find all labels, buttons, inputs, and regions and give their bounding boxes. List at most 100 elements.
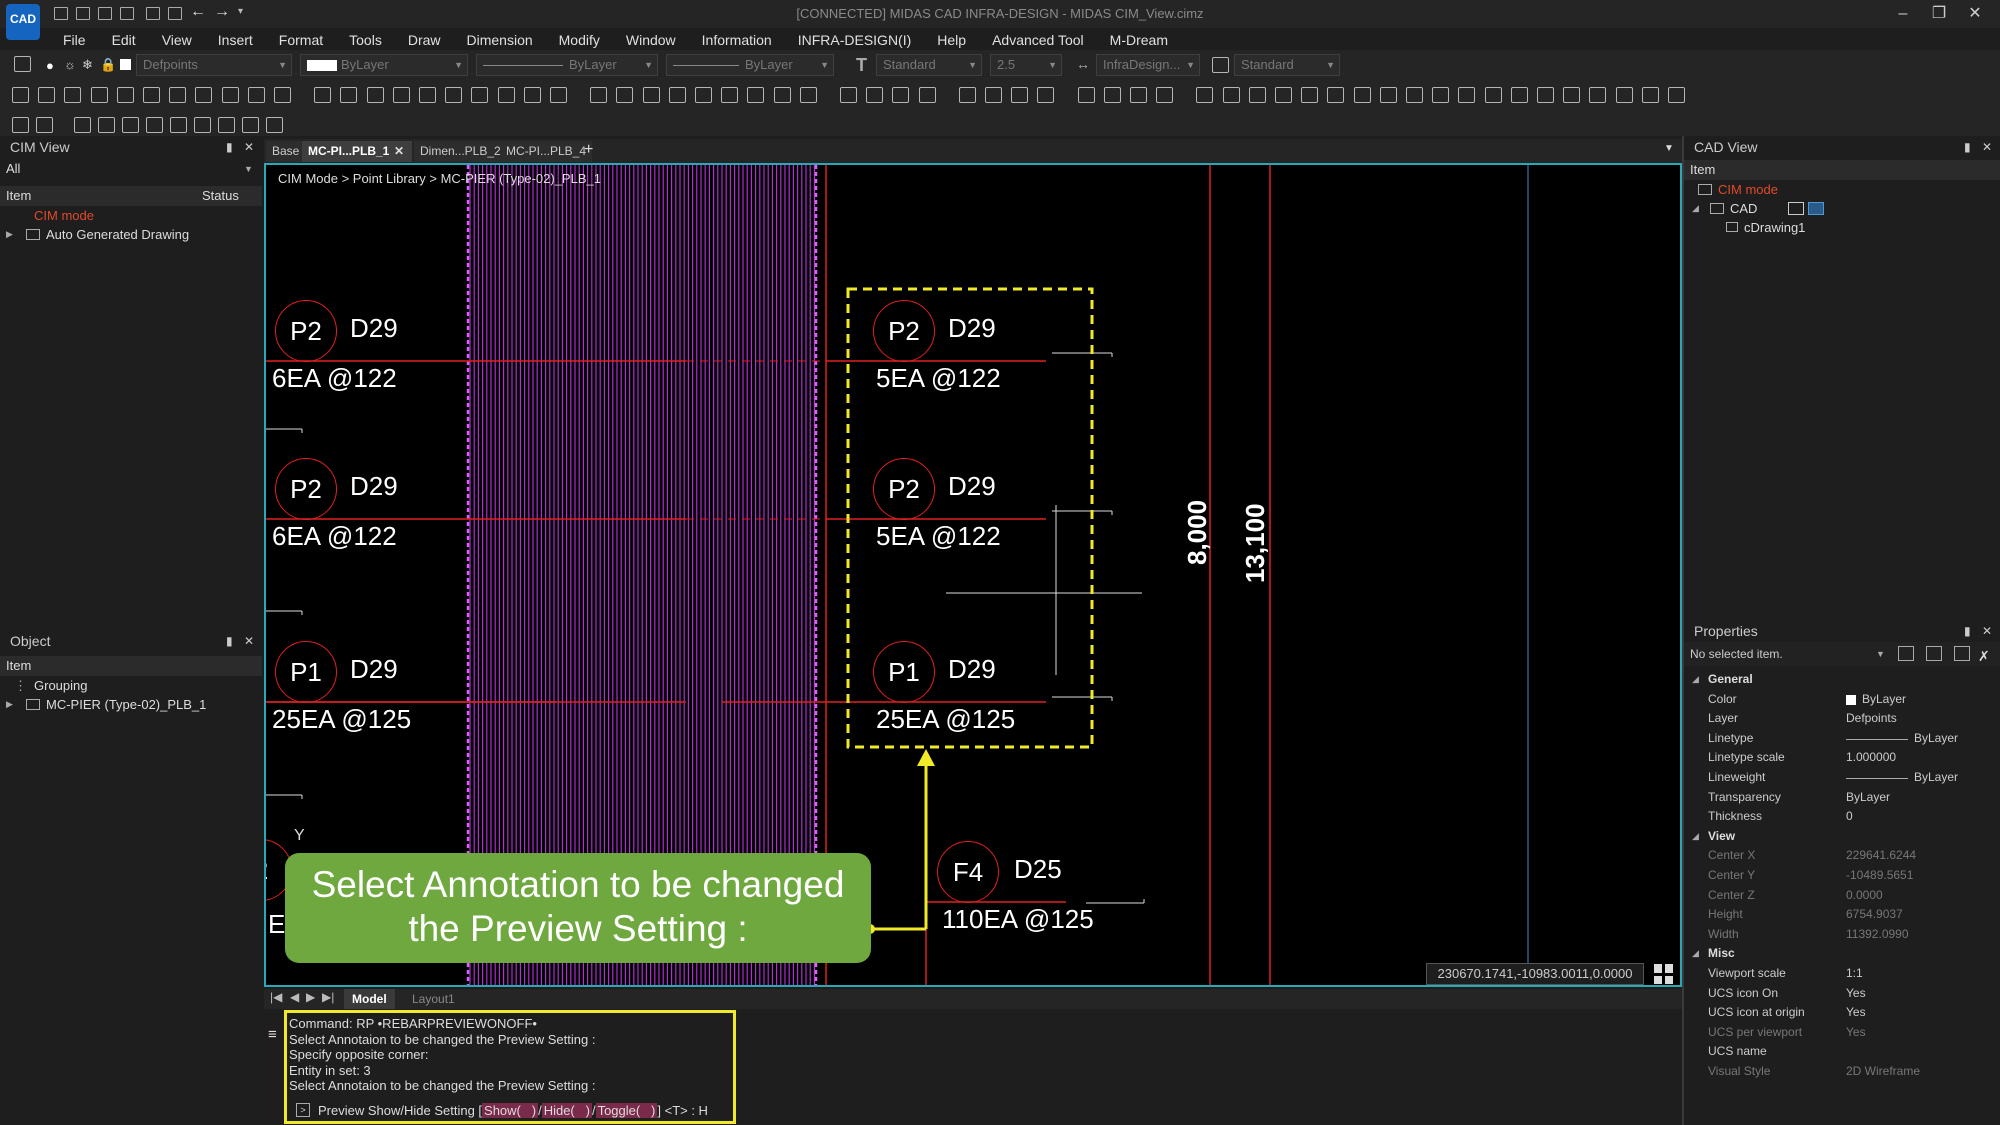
snap-tool-icon[interactable] xyxy=(266,117,283,133)
rebar-diameter[interactable]: D29 xyxy=(948,313,996,344)
draw-tool-icon[interactable] xyxy=(642,87,660,103)
menu-format[interactable]: Format xyxy=(266,28,336,52)
snap-tool-icon[interactable] xyxy=(36,117,53,133)
rebar-spacing[interactable]: 25EA @125 xyxy=(272,704,411,735)
property-row[interactable]: Width 11392.0990 xyxy=(1684,925,2000,945)
menu-dimension[interactable]: Dimension xyxy=(454,28,546,52)
draw-tool-icon[interactable] xyxy=(1458,87,1476,103)
tab-mc-pier-plb-1[interactable]: MC-PI...PLB_1 ✕ xyxy=(302,141,412,162)
draw-tool-icon[interactable] xyxy=(668,87,686,103)
draw-tool-icon[interactable] xyxy=(616,87,634,103)
rebar-diameter[interactable]: D29 xyxy=(948,654,996,685)
property-row[interactable]: Viewport scale 1:1 xyxy=(1684,964,2000,984)
rebar-mark-circle[interactable]: F4 xyxy=(937,841,999,903)
menu-infra-design-i[interactable]: INFRA-DESIGN(I) xyxy=(785,28,925,52)
select-objects-icon[interactable] xyxy=(1926,646,1942,661)
rebar-mark-circle[interactable]: P1 xyxy=(275,641,337,703)
command-menu-icon[interactable]: ≡ xyxy=(268,1026,277,1043)
draw-tool-icon[interactable] xyxy=(747,87,765,103)
draw-tool-icon[interactable] xyxy=(90,87,108,103)
pin-icon[interactable]: ▮ xyxy=(226,630,233,652)
draw-tool-icon[interactable] xyxy=(590,87,608,103)
pin-icon[interactable]: ▮ xyxy=(1964,136,1971,158)
tab-layout1[interactable]: Layout1 xyxy=(404,989,463,1009)
draw-tool-icon[interactable] xyxy=(1222,87,1240,103)
draw-tool-icon[interactable] xyxy=(195,87,213,103)
property-row[interactable]: UCS icon On Yes xyxy=(1684,984,2000,1004)
property-row[interactable]: Visual Style 2D Wireframe xyxy=(1684,1062,2000,1082)
last-layout-icon[interactable]: ▶| xyxy=(322,990,334,1004)
tree-item-cim-mode[interactable]: CIM mode xyxy=(0,206,262,225)
tree-item-cad[interactable]: ◢ CAD xyxy=(1684,199,2000,218)
snap-tool-icon[interactable] xyxy=(12,117,29,133)
draw-tool-icon[interactable] xyxy=(1641,87,1659,103)
draw-tool-icon[interactable] xyxy=(1353,87,1371,103)
property-row[interactable]: Transparency ByLayer xyxy=(1684,788,2000,808)
new-file-icon[interactable] xyxy=(54,7,68,20)
draw-tool-icon[interactable] xyxy=(1103,87,1121,103)
collapse-arrow-icon[interactable]: ◢ xyxy=(1692,827,1699,847)
draw-tool-icon[interactable] xyxy=(471,87,489,103)
snap-tool-icon[interactable] xyxy=(242,117,259,133)
snap-tool-icon[interactable] xyxy=(146,117,163,133)
draw-tool-icon[interactable] xyxy=(918,87,936,103)
redo-icon[interactable]: → xyxy=(214,3,230,21)
prev-layout-icon[interactable]: ◀ xyxy=(290,990,299,1004)
draw-tool-icon[interactable] xyxy=(366,87,384,103)
draw-tool-icon[interactable] xyxy=(1077,87,1095,103)
draw-tool-icon[interactable] xyxy=(116,87,134,103)
minimize-icon[interactable]: – xyxy=(1888,2,1918,26)
quick-select-icon[interactable] xyxy=(1898,646,1914,661)
draw-tool-icon[interactable] xyxy=(799,87,817,103)
draw-tool-icon[interactable] xyxy=(221,87,239,103)
draw-tool-icon[interactable] xyxy=(1615,87,1633,103)
draw-tool-icon[interactable] xyxy=(1589,87,1607,103)
draw-tool-icon[interactable] xyxy=(1484,87,1502,103)
pin-icon[interactable]: ▮ xyxy=(1964,620,1971,642)
tab-dimen-plb-2[interactable]: Dimen...PLB_2 xyxy=(414,141,507,162)
draw-tool-icon[interactable] xyxy=(695,87,712,103)
draw-tool-icon[interactable] xyxy=(1196,87,1214,103)
layout-view-icon[interactable] xyxy=(1808,202,1824,215)
next-layout-icon[interactable]: ▶ xyxy=(306,990,315,1004)
rebar-spacing[interactable]: 5EA @122 xyxy=(876,521,1001,552)
property-row[interactable]: UCS per viewport Yes xyxy=(1684,1023,2000,1043)
collapse-arrow-icon[interactable]: ◢ xyxy=(1692,199,1699,218)
draw-tool-icon[interactable] xyxy=(550,87,567,103)
property-section[interactable]: ◢ General xyxy=(1684,670,2000,690)
lineweight-select[interactable]: ByLayer ▼ xyxy=(666,54,834,76)
rebar-diameter[interactable]: D29 xyxy=(350,654,398,685)
rebar-diameter[interactable]: D29 xyxy=(350,471,398,502)
snap-tool-icon[interactable] xyxy=(170,117,187,133)
draw-tool-icon[interactable] xyxy=(1275,87,1292,103)
collapse-arrow-icon[interactable]: ◢ xyxy=(1692,670,1699,690)
close-panel-icon[interactable]: ✕ xyxy=(1982,620,1992,642)
draw-tool-icon[interactable] xyxy=(1301,87,1319,103)
snap-tool-icon[interactable] xyxy=(194,117,211,133)
menu-advanced-tool[interactable]: Advanced Tool xyxy=(979,28,1097,52)
dimension-style-icon[interactable]: ↔ xyxy=(1076,56,1090,72)
dim-style-select[interactable]: InfraDesign... ▼ xyxy=(1096,54,1200,76)
restore-icon[interactable]: ❐ xyxy=(1924,2,1954,26)
open-folder-icon[interactable] xyxy=(76,7,90,20)
draw-tool-icon[interactable] xyxy=(274,87,291,103)
draw-tool-icon[interactable] xyxy=(1156,87,1174,103)
tab-mc-pier-plb-4[interactable]: MC-PI...PLB_4 xyxy=(500,141,593,162)
selection-select[interactable]: No selected item. ▼ ✗ xyxy=(1684,642,2000,666)
draw-tool-icon[interactable] xyxy=(523,87,541,103)
draw-tool-icon[interactable] xyxy=(1432,87,1450,103)
property-section[interactable]: ◢ View xyxy=(1684,827,2000,847)
property-row[interactable]: Thickness 0 xyxy=(1684,807,2000,827)
draw-tool-icon[interactable] xyxy=(1011,87,1029,103)
pin-icon[interactable]: ▮ xyxy=(226,136,233,158)
draw-tool-icon[interactable] xyxy=(445,87,463,103)
property-row[interactable]: Center Z 0.0000 xyxy=(1684,886,2000,906)
menu-information[interactable]: Information xyxy=(689,28,785,52)
rebar-diameter[interactable]: D29 xyxy=(948,471,996,502)
rebar-mark-circle[interactable]: P2 xyxy=(275,300,337,362)
sun-icon[interactable]: ☼ xyxy=(64,57,76,72)
text-style-select[interactable]: Standard ▼ xyxy=(876,54,982,76)
tree-item-mc-pier[interactable]: ▶ MC-PIER (Type-02)_PLB_1 xyxy=(0,695,262,714)
menu-tools[interactable]: Tools xyxy=(336,28,395,52)
plot-icon[interactable] xyxy=(168,7,182,20)
